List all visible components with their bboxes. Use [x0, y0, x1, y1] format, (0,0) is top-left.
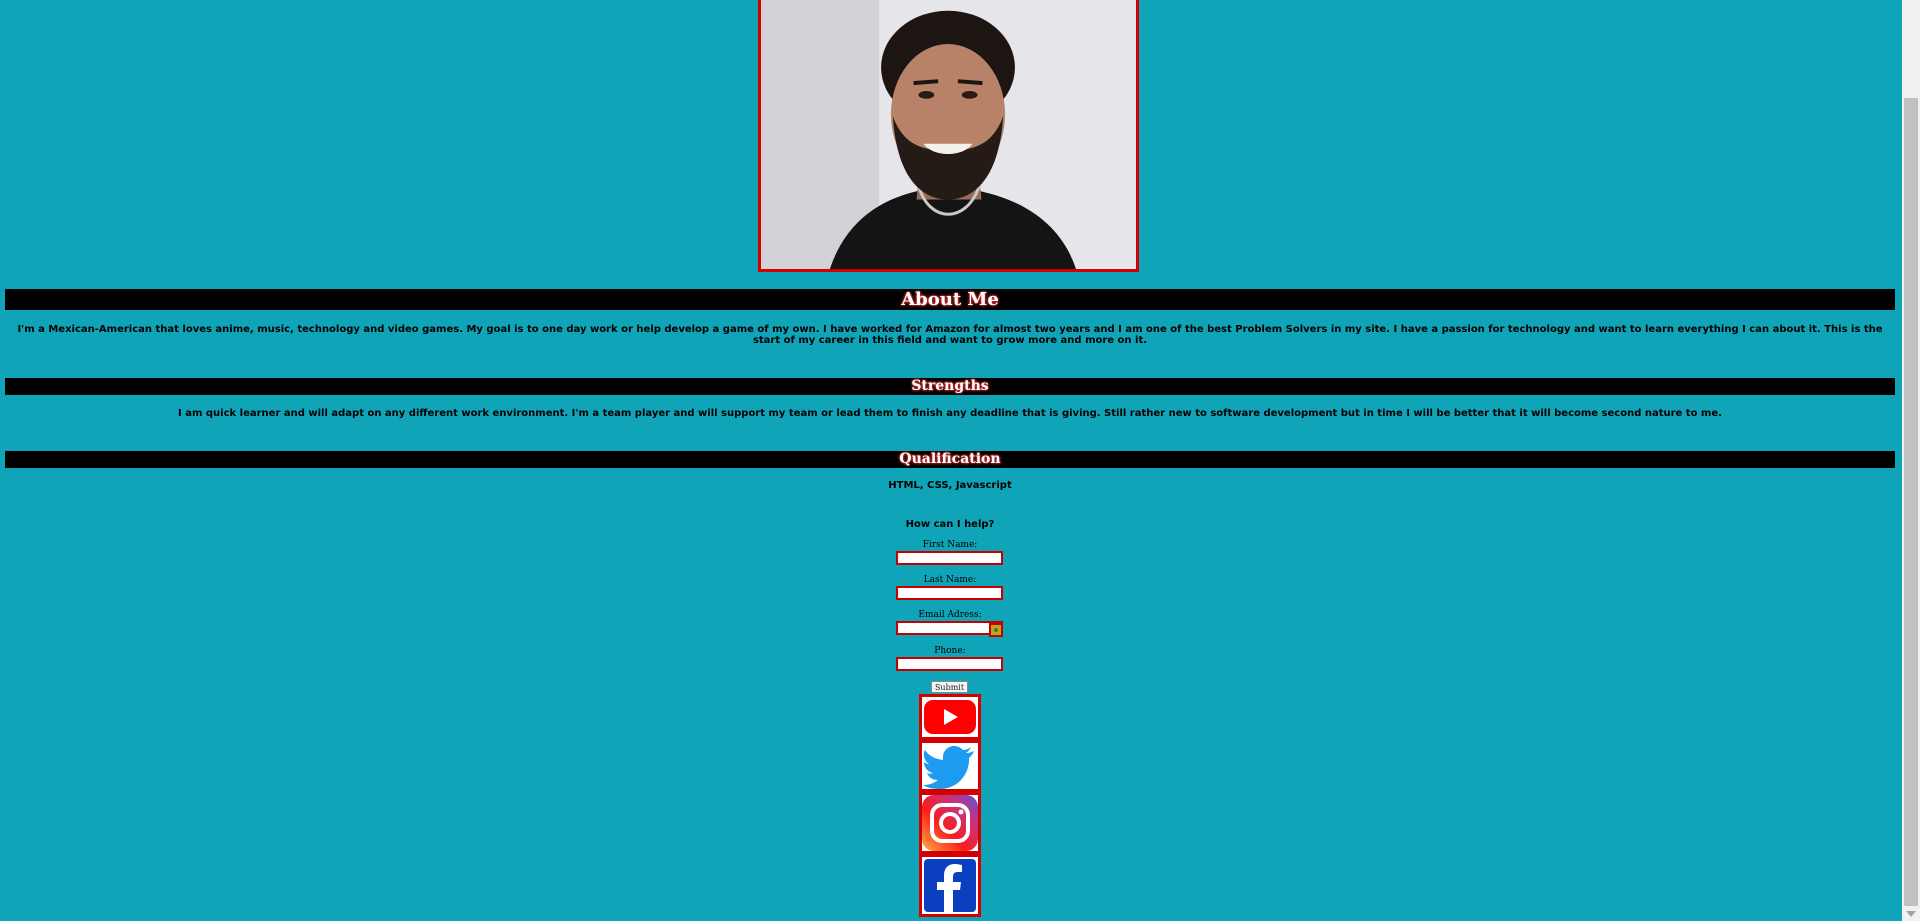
submit-button[interactable]: Submit [931, 681, 968, 693]
instagram-icon[interactable] [919, 792, 981, 854]
youtube-icon[interactable] [919, 694, 981, 740]
profile-photo [758, 0, 1139, 272]
facebook-icon[interactable] [919, 854, 981, 917]
email-field[interactable] [896, 621, 1003, 635]
strengths-text: I am quick learner and will adapt on any… [178, 408, 1722, 419]
contact-form-title: How can I help? [905, 519, 995, 530]
phone-label: Phone: [934, 646, 966, 656]
last-name-label: Last Name: [923, 575, 977, 585]
page: About Me I'm a Mexican-American that lov… [0, 0, 1902, 921]
qualification-heading: Qualification [5, 451, 1895, 468]
phone-field[interactable] [896, 657, 1003, 671]
first-name-label: First Name: [922, 540, 978, 550]
scroll-down-icon[interactable] [1906, 911, 1916, 917]
page-scrollbar[interactable] [1902, 0, 1920, 921]
first-name-field[interactable] [896, 551, 1003, 565]
scrollbar-thumb[interactable] [1904, 98, 1918, 906]
twitter-icon[interactable] [919, 740, 981, 792]
about-text: I'm a Mexican-American that loves anime,… [17, 324, 1883, 346]
email-label: Email Adress: [918, 610, 982, 620]
autofill-icon[interactable] [989, 623, 1003, 637]
qualification-text: HTML, CSS, Javascript [888, 480, 1012, 491]
about-heading: About Me [5, 289, 1895, 310]
last-name-field[interactable] [896, 586, 1003, 600]
strengths-heading: Strengths [5, 378, 1895, 395]
